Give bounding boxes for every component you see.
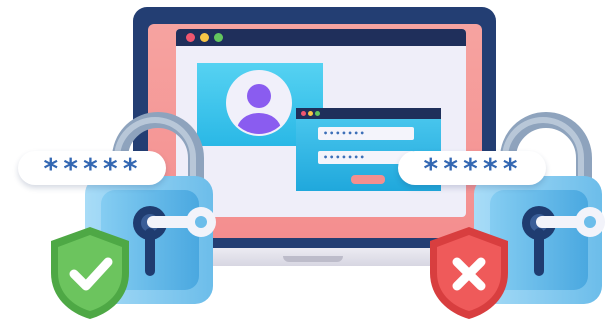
- close-dot-icon: [186, 33, 195, 42]
- minimize-dot-icon: [308, 111, 313, 116]
- password-bubble-right: *****: [398, 151, 546, 185]
- keyhole-slot: [145, 228, 155, 276]
- cross-icon: [430, 227, 508, 319]
- maximize-dot-icon: [214, 33, 223, 42]
- close-dot-icon: [301, 111, 306, 116]
- maximize-dot-icon: [315, 111, 320, 116]
- login-button[interactable]: [351, 175, 385, 184]
- username-field[interactable]: •••••••: [318, 127, 414, 140]
- laptop-notch: [283, 256, 343, 262]
- key-hole: [195, 216, 207, 228]
- minimize-dot-icon: [200, 33, 209, 42]
- key-hole: [584, 216, 596, 228]
- check-icon: [51, 227, 129, 319]
- password-bubble-left: *****: [18, 151, 166, 185]
- keyhole-slot: [534, 228, 544, 276]
- user-icon: [237, 84, 281, 134]
